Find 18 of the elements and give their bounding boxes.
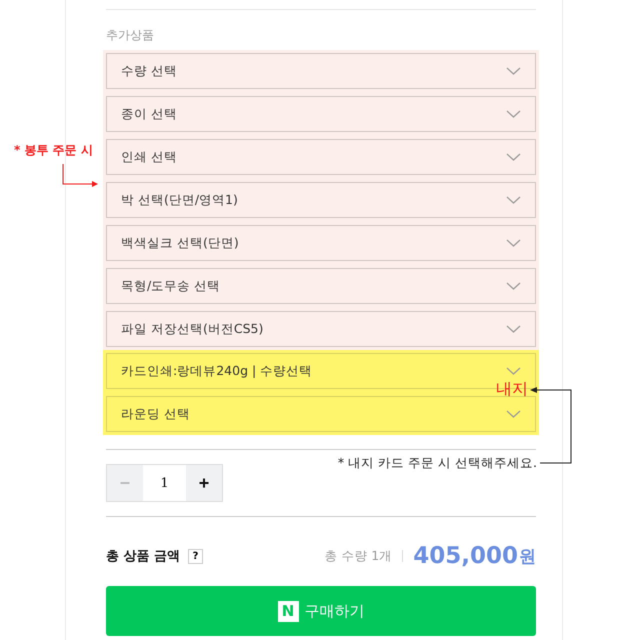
option-select[interactable]: 종이 선택	[106, 96, 536, 132]
section-title: 추가상품	[106, 27, 155, 44]
total-count: 총 수량 1개	[324, 548, 392, 564]
total-price: 405,000	[413, 543, 518, 569]
currency-unit: 원	[519, 546, 536, 568]
option-select[interactable]: 인쇄 선택	[106, 139, 536, 175]
inner-note: * 내지 카드 주문 시 선택해주세요.	[338, 455, 537, 472]
total-label: 총 상품 금액	[106, 548, 180, 565]
increase-button[interactable]: +	[186, 465, 222, 501]
option-select[interactable]: 수량 선택	[106, 53, 536, 89]
option-select[interactable]: 라운딩 선택	[106, 396, 536, 432]
envelope-note: * 봉투 주문 시	[14, 142, 93, 159]
option-select[interactable]: 백색실크 선택(단면)	[106, 225, 536, 261]
option-select[interactable]: 목형/도무송 선택	[106, 268, 536, 304]
option-select[interactable]: 박 선택(단면/영역1)	[106, 182, 536, 218]
option-select[interactable]: 파일 저장선택(버전CS5)	[106, 311, 536, 347]
help-button[interactable]: ?	[188, 548, 204, 564]
naver-logo: N	[278, 600, 298, 622]
